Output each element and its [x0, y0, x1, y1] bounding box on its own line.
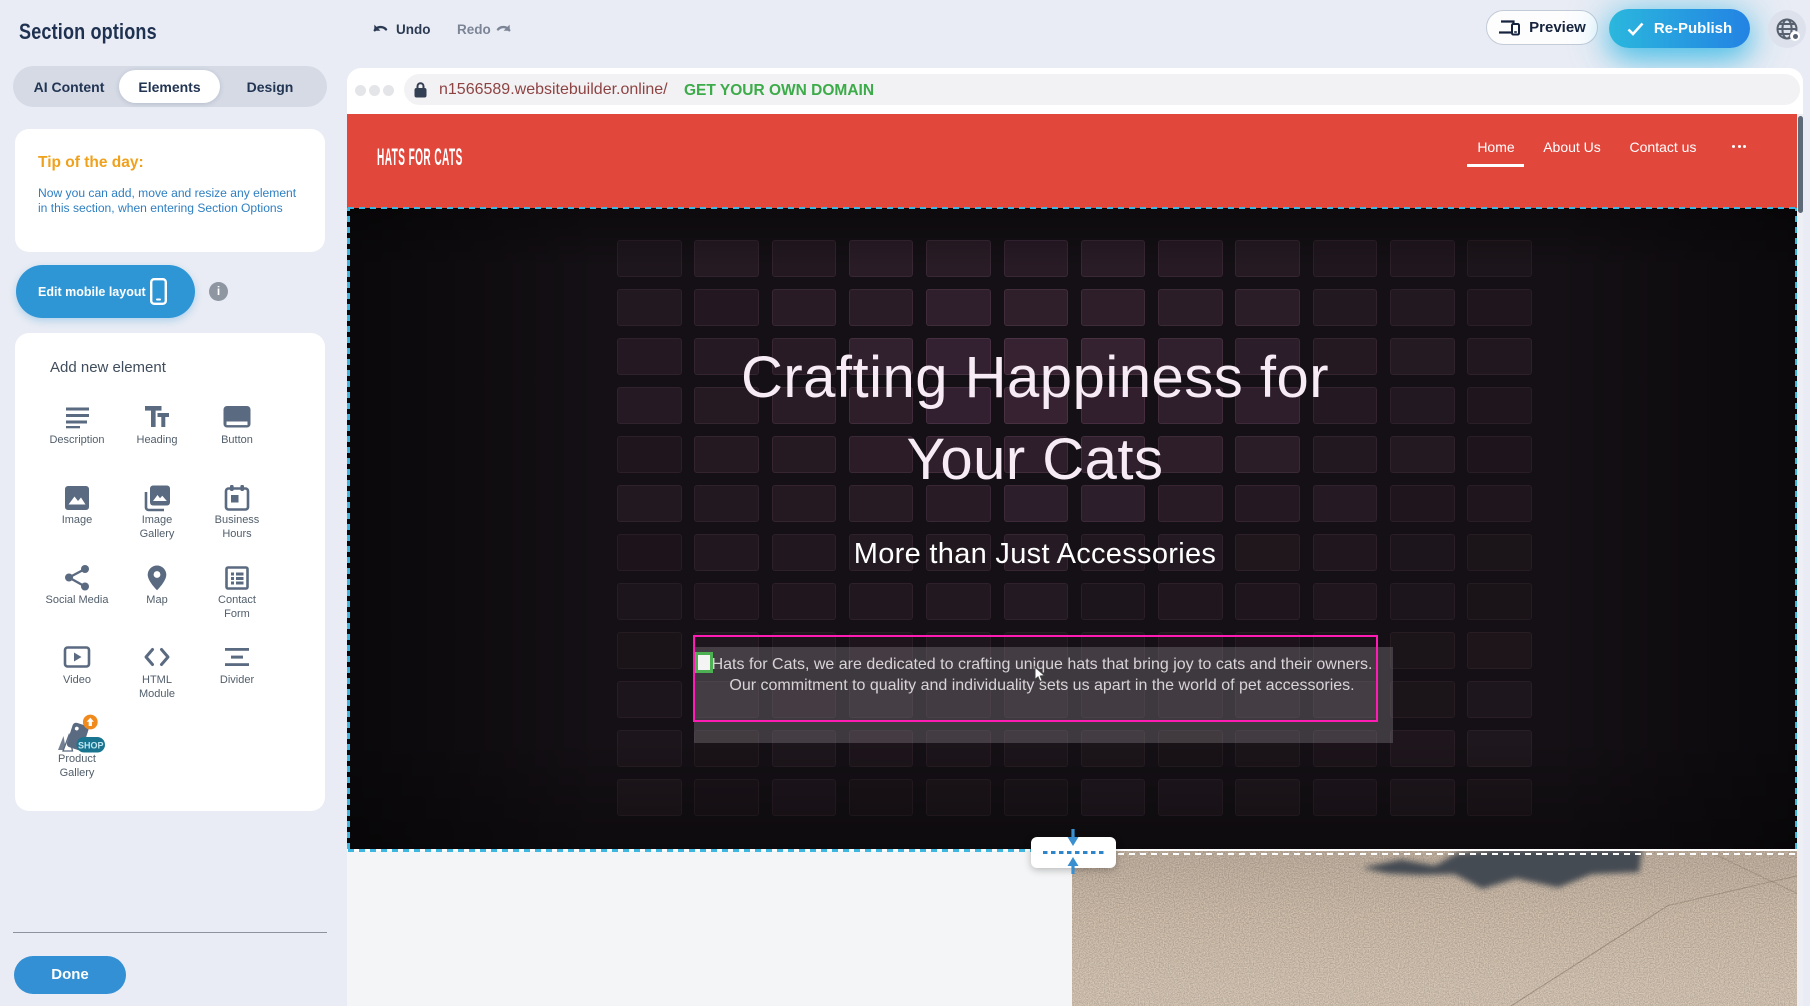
svg-text:SHOP: SHOP	[78, 741, 104, 751]
